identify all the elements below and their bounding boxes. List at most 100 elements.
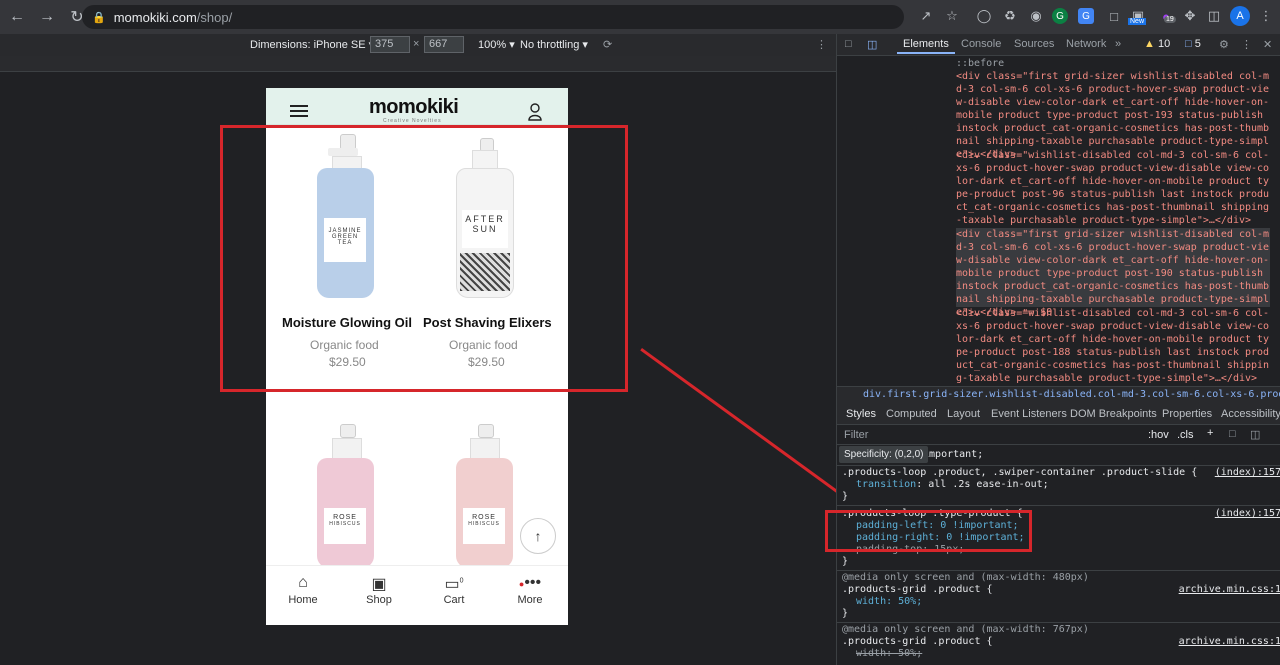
tab-computed[interactable]: Computed [886, 408, 937, 420]
styles-tabs: Styles Computed Layout Event Listeners D… [837, 403, 1280, 425]
hov-toggle[interactable]: :hov [1148, 429, 1169, 441]
media-query: @media only screen and (max-width: 767px… [842, 624, 1089, 635]
puzzle-icon[interactable]: ✥ [1180, 6, 1200, 26]
rule-divider [837, 570, 1280, 571]
width-input[interactable]: 375 [370, 36, 410, 53]
bottle-label: ROSE HIBISCUS [463, 508, 505, 544]
tab-event-listeners[interactable]: Event Listeners [991, 408, 1067, 420]
rotate-icon[interactable]: ⟳ [603, 38, 612, 51]
inspect-icon[interactable]: □ [845, 38, 852, 50]
bottle-label-line1: ROSE [472, 514, 496, 521]
kebab-menu-icon[interactable]: ⋮ [1256, 6, 1276, 26]
media-query: @media only screen and (max-width: 480px… [842, 572, 1089, 583]
sidepanel-icon[interactable]: ◫ [1204, 6, 1224, 26]
bottom-nav-label: Cart [443, 594, 465, 606]
url-path: /shop/ [196, 9, 233, 25]
bottom-nav-cart[interactable]: ▭0 Cart [424, 574, 484, 606]
avatar[interactable]: A [1230, 6, 1250, 26]
bottle-neck [470, 438, 500, 460]
bottom-nav-home[interactable]: ⌂ Home [273, 574, 333, 606]
warning-count: 10 [1157, 38, 1171, 50]
rule-close: } [842, 491, 849, 502]
rule-source-link[interactable]: (index):157 [1215, 467, 1280, 479]
tab-elements[interactable]: Elements [897, 38, 955, 54]
specificity-tooltip: Specificity: (0,2,0) [839, 446, 929, 463]
star-icon[interactable]: ☆ [942, 6, 962, 26]
share-icon[interactable]: ↗ [916, 6, 936, 26]
rule-source-link[interactable]: (index):157 [1215, 508, 1280, 520]
badge-count: 19 [1164, 16, 1176, 23]
filter-input[interactable]: Filter [844, 429, 868, 441]
dom-node[interactable]: <div class="first grid-sizer wishlist-di… [956, 70, 1270, 160]
pseudo-element[interactable]: ::before [956, 57, 1004, 70]
more-tabs-icon[interactable]: » [1115, 38, 1121, 50]
extension-badge-icon[interactable]: ●19 [1156, 6, 1176, 26]
rule-selector[interactable]: .products-grid .product { [842, 636, 993, 648]
bottle-label-line1: ROSE [333, 514, 357, 521]
highlight-box-products [220, 125, 628, 392]
zoom-select[interactable]: 100% ▾ [478, 38, 515, 51]
throttling-select[interactable]: No throttling ▾ [520, 38, 588, 51]
rule-selector[interactable]: .products-grid .product { [842, 584, 993, 596]
rule-declaration-overridden[interactable]: width: 50%; [856, 648, 922, 660]
globe-icon[interactable]: ◯ [974, 6, 994, 26]
property-value: all .2s ease-in-out; [928, 479, 1049, 490]
new-badge: New [1128, 18, 1147, 25]
scroll-to-top-button[interactable]: ↑ [520, 518, 556, 554]
rule-declaration[interactable]: transition: all .2s ease-in-out; [856, 479, 1049, 491]
tab-network[interactable]: Network [1066, 38, 1106, 50]
dimensions-select[interactable]: Dimensions: iPhone SE ▾ [250, 38, 374, 51]
new-rule-icon[interactable]: + [1207, 427, 1213, 439]
rule-source-link[interactable]: archive.min.css:1 [1179, 584, 1280, 596]
warning-icon[interactable]: ▲ 10 [1144, 38, 1170, 50]
device-menu-icon[interactable]: ⋮ [816, 38, 827, 51]
height-input[interactable]: 667 [424, 36, 464, 53]
devtools-menu-icon[interactable]: ⋮ [1241, 38, 1252, 51]
forward-icon[interactable]: → [34, 4, 60, 30]
docs-icon[interactable]: □ [1104, 6, 1124, 26]
user-account-icon[interactable] [528, 103, 542, 121]
bottom-nav-more[interactable]: ●••• More [500, 574, 560, 606]
tab-styles[interactable]: Styles [846, 408, 876, 420]
dom-node-selected[interactable]: <div class="first grid-sizer wishlist-di… [956, 228, 1270, 318]
tab-dom-breakpoints[interactable]: DOM Breakpoints [1070, 408, 1157, 420]
rule-divider [837, 622, 1280, 623]
grammarly-icon[interactable]: G [1052, 8, 1068, 24]
rule-source-link[interactable]: archive.min.css:1 [1179, 636, 1280, 648]
cart-badge: 0 [459, 577, 464, 585]
close-devtools-icon[interactable]: ✕ [1263, 38, 1272, 51]
bottom-nav-shop[interactable]: ▣ Shop [349, 574, 409, 606]
new-extension-icon[interactable]: New ▣ [1128, 6, 1148, 26]
computed-toggle-icon[interactable]: □ [1229, 428, 1236, 440]
tab-console[interactable]: Console [961, 38, 1001, 50]
device-toggle-icon[interactable]: ◫ [867, 38, 877, 51]
dom-node[interactable]: <div class="wishlist-disabled col-md-3 c… [956, 307, 1270, 386]
dom-node[interactable]: <div class="wishlist-disabled col-md-3 c… [956, 149, 1270, 228]
tab-accessibility[interactable]: Accessibility [1221, 408, 1280, 420]
devtools-tabs: □ ◫ Elements Console Sources Network » ▲… [837, 34, 1280, 56]
tab-sources[interactable]: Sources [1014, 38, 1054, 50]
back-icon[interactable]: ← [4, 4, 30, 30]
rule-divider [837, 505, 1280, 506]
bottle-label-line2: HIBISCUS [468, 521, 500, 527]
bottom-nav-label: Home [288, 594, 318, 606]
cls-toggle[interactable]: .cls [1177, 429, 1194, 441]
sidebar-toggle-icon[interactable]: ◫ [1250, 428, 1260, 441]
site-logo[interactable]: momokiki [369, 96, 459, 119]
tab-layout[interactable]: Layout [947, 408, 980, 420]
message-icon[interactable]: □ 5 [1185, 38, 1201, 50]
throttling-label: No throttling [520, 39, 580, 51]
rule-declaration[interactable]: width: 50%; [856, 596, 922, 608]
bottom-nav: ⌂ Home ▣ Shop ▭0 Cart ●••• More [266, 565, 568, 625]
rule-selector[interactable]: .products-loop .product, .swiper-contain… [842, 467, 1197, 479]
tab-properties[interactable]: Properties [1162, 408, 1212, 420]
recycle-icon[interactable]: ♻ [1000, 6, 1020, 26]
hamburger-menu-icon[interactable] [290, 105, 308, 117]
bottle-pump [340, 424, 356, 438]
styles-rules: !important; .products-loop .product, .sw… [837, 445, 1280, 665]
address-bar[interactable]: 🔒 momokiki.com /shop/ [82, 5, 904, 29]
camera-icon[interactable]: ◉ [1026, 6, 1046, 26]
translate-icon[interactable]: G [1078, 8, 1094, 24]
breadcrumb[interactable]: div.first.grid-sizer.wishlist-disabled.c… [837, 386, 1280, 403]
settings-gear-icon[interactable]: ⚙ [1219, 38, 1229, 51]
